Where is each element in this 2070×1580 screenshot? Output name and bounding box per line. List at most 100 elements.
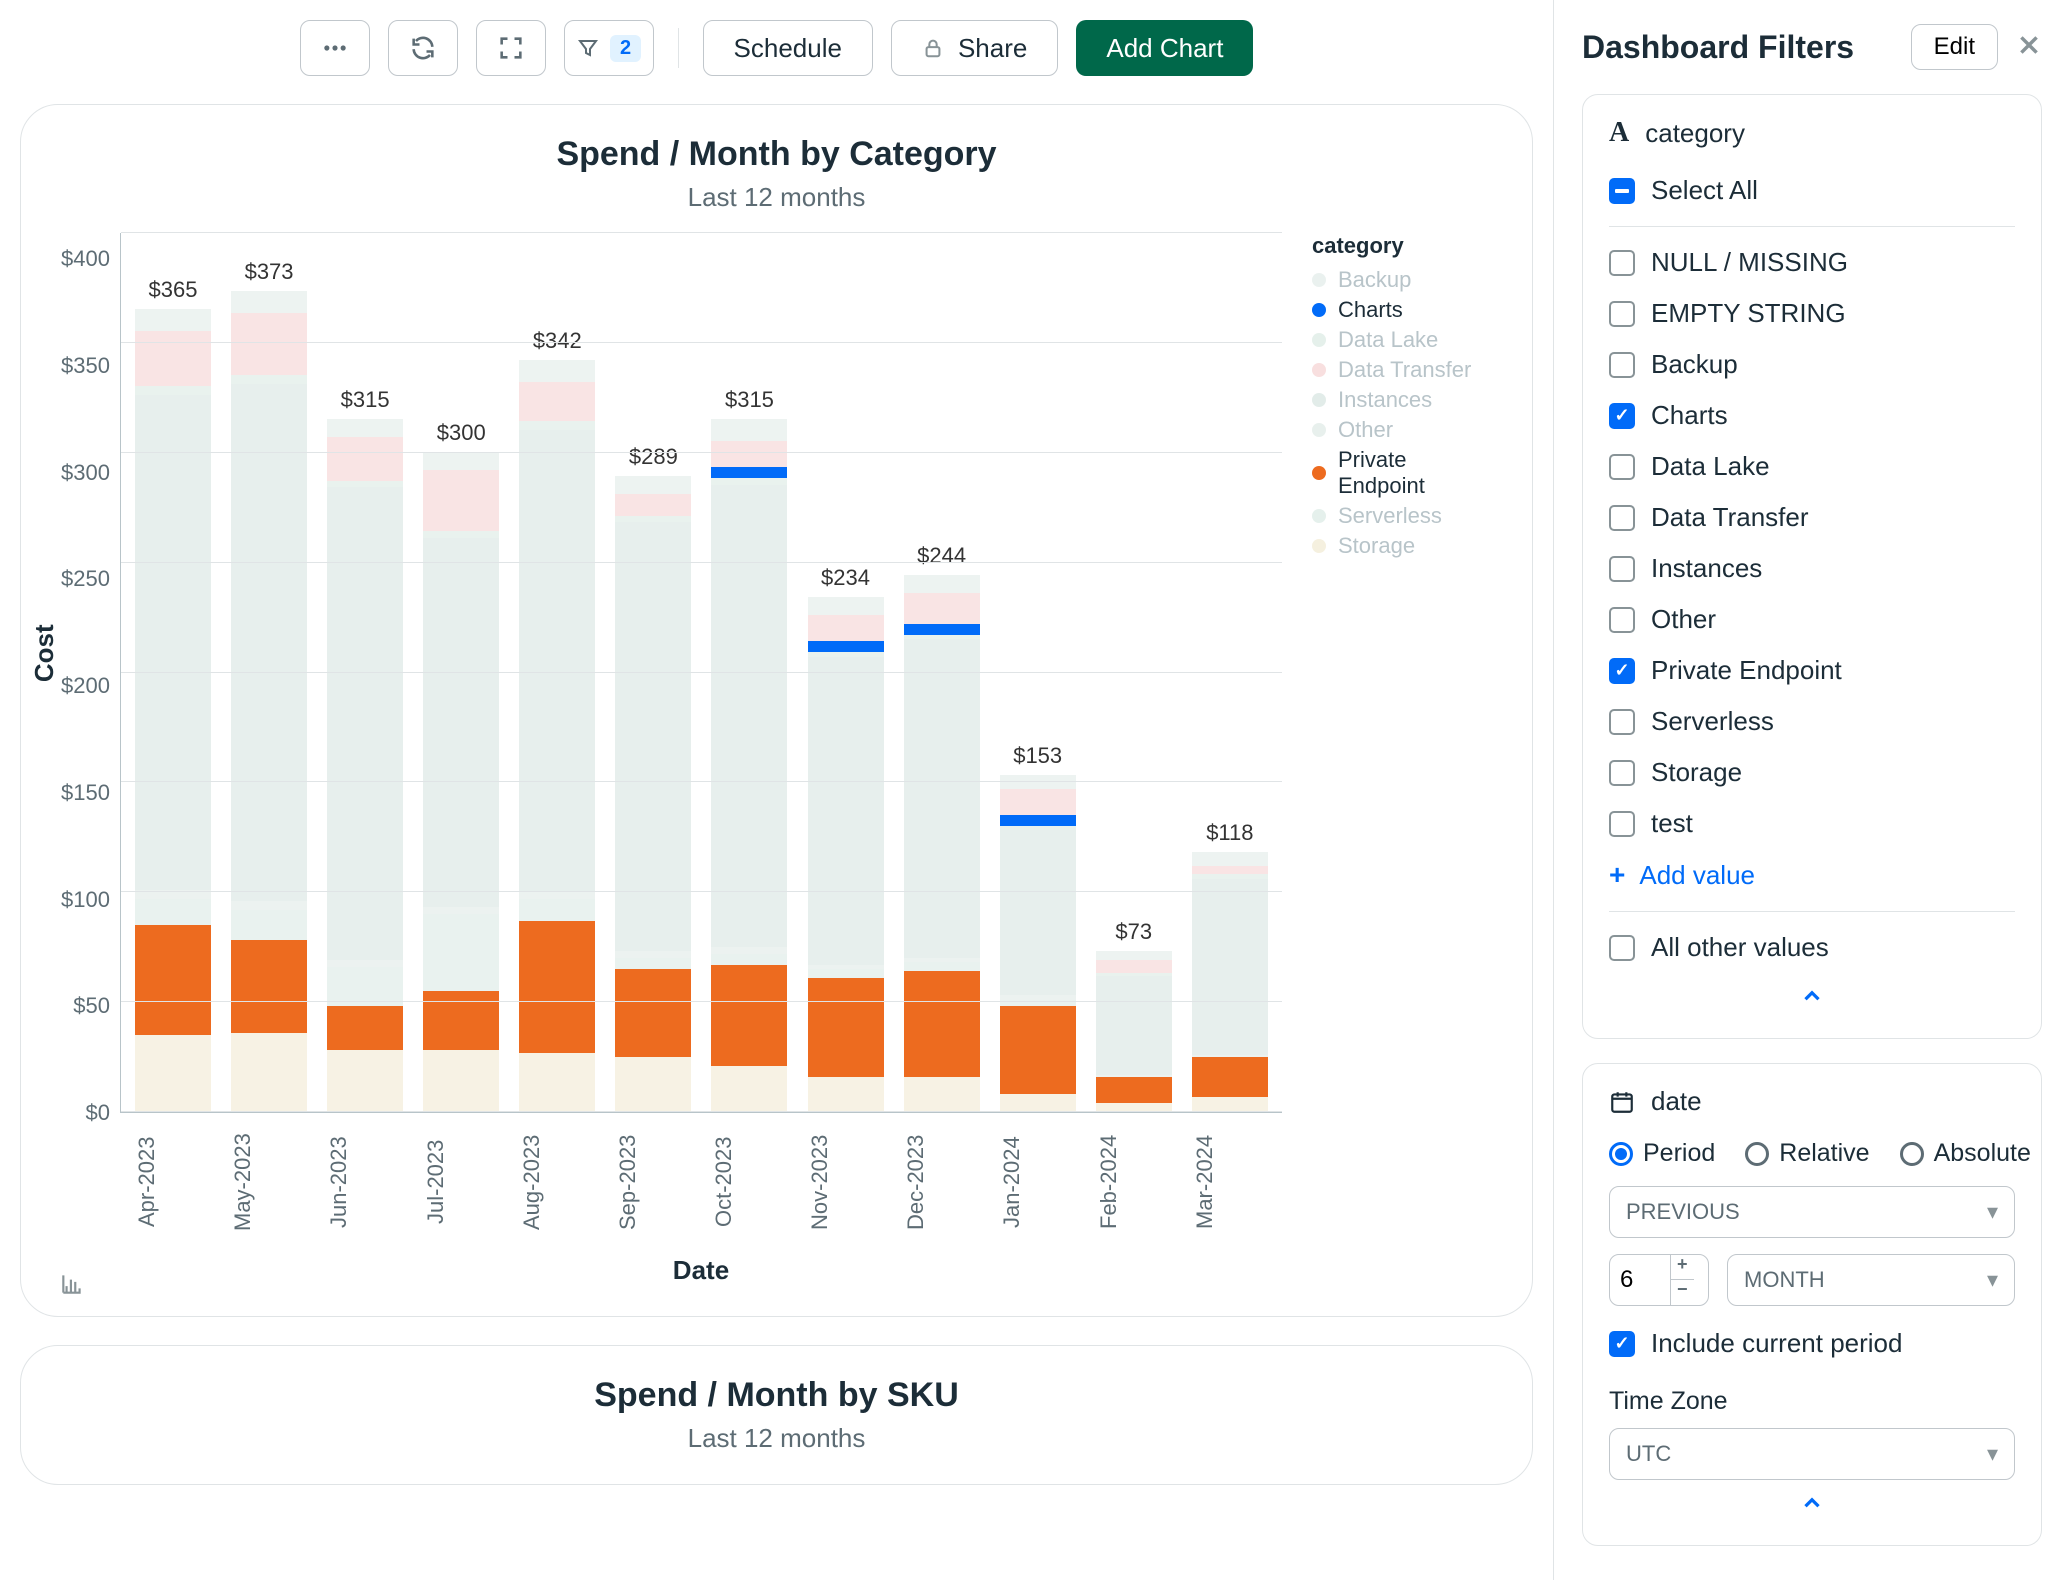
bar-segment-instances[interactable] — [711, 485, 787, 947]
bar-segment-other[interactable] — [615, 951, 691, 958]
chart-plot-area[interactable]: $365$373$315$300$342$289$315$234$244$153… — [120, 233, 1282, 1113]
bar-segment-data-transfer[interactable] — [615, 494, 691, 516]
bar-group[interactable]: $342 — [519, 360, 595, 1112]
bar-segment-storage[interactable] — [423, 1050, 499, 1112]
filter-option[interactable]: Backup — [1609, 339, 2015, 390]
bar-segment-serverless[interactable] — [231, 910, 307, 941]
bar-segment-other[interactable] — [519, 892, 595, 899]
bar-segment-data-transfer[interactable] — [711, 441, 787, 467]
step-up[interactable]: + — [1671, 1255, 1694, 1280]
bar-group[interactable]: $365 — [135, 309, 211, 1112]
bar-segment-backup[interactable] — [327, 419, 403, 437]
bar-segment-private-endpoint[interactable] — [1096, 1077, 1172, 1103]
bar-segment-private-endpoint[interactable] — [904, 971, 980, 1077]
bar-group[interactable]: $153 — [1000, 775, 1076, 1112]
bar-segment-instances[interactable] — [1096, 976, 1172, 1075]
more-menu-button[interactable] — [300, 20, 370, 76]
legend-item[interactable]: Private Endpoint — [1312, 445, 1492, 501]
filter-option-checkbox[interactable] — [1609, 352, 1635, 378]
bar-segment-backup[interactable] — [135, 309, 211, 331]
filter-option[interactable]: test — [1609, 798, 2015, 849]
bar-segment-storage[interactable] — [615, 1057, 691, 1112]
include-current-checkbox[interactable] — [1609, 1331, 1635, 1357]
filter-option[interactable]: NULL / MISSING — [1609, 237, 2015, 288]
bar-segment-data-lake[interactable] — [327, 481, 403, 488]
filter-option-checkbox[interactable] — [1609, 556, 1635, 582]
bar-segment-data-transfer[interactable] — [231, 313, 307, 375]
bar-segment-backup[interactable] — [1096, 951, 1172, 960]
bar-segment-data-lake[interactable] — [423, 531, 499, 538]
bar-group[interactable]: $315 — [327, 419, 403, 1112]
bar-segment-instances[interactable] — [904, 639, 980, 958]
edit-filters-button[interactable]: Edit — [1911, 24, 1998, 70]
bar-segment-private-endpoint[interactable] — [808, 978, 884, 1077]
bar-segment-serverless[interactable] — [519, 899, 595, 921]
bar-segment-other[interactable] — [423, 907, 499, 914]
bar-segment-other[interactable] — [231, 901, 307, 910]
filter-option[interactable]: Private Endpoint — [1609, 645, 2015, 696]
bar-segment-data-lake[interactable] — [615, 516, 691, 523]
bar-segment-private-endpoint[interactable] — [423, 991, 499, 1050]
bar-segment-data-transfer[interactable] — [904, 593, 980, 624]
date-mode-option[interactable]: Relative — [1745, 1139, 1869, 1168]
bar-segment-serverless[interactable] — [808, 969, 884, 978]
bar-segment-storage[interactable] — [904, 1077, 980, 1112]
date-mode-option[interactable]: Period — [1609, 1139, 1715, 1168]
bar-segment-instances[interactable] — [808, 657, 884, 965]
bar-segment-serverless[interactable] — [711, 954, 787, 965]
bar-segment-backup[interactable] — [711, 419, 787, 441]
legend-item[interactable]: Serverless — [1312, 501, 1492, 531]
bar-segment-data-transfer[interactable] — [327, 437, 403, 481]
bar-segment-data-lake[interactable] — [1096, 973, 1172, 975]
refresh-button[interactable] — [388, 20, 458, 76]
bar-segment-other[interactable] — [327, 960, 403, 967]
filter-option[interactable]: EMPTY STRING — [1609, 288, 2015, 339]
select-all-row[interactable]: Select All — [1609, 165, 2015, 216]
bar-segment-data-lake[interactable] — [135, 386, 211, 395]
add-value-button[interactable]: + Add value — [1609, 849, 2015, 901]
radio[interactable] — [1900, 1142, 1924, 1166]
filter-option[interactable]: Storage — [1609, 747, 2015, 798]
bar-segment-private-endpoint[interactable] — [519, 921, 595, 1053]
chart-type-icon[interactable] — [59, 1271, 85, 1300]
bar-segment-storage[interactable] — [327, 1050, 403, 1112]
bar-segment-instances[interactable] — [615, 522, 691, 951]
collapse-filter-button[interactable] — [1609, 1480, 2015, 1523]
bar-segment-other[interactable] — [808, 965, 884, 969]
period-count-input[interactable]: + − — [1609, 1254, 1709, 1306]
bar-segment-storage[interactable] — [135, 1035, 211, 1112]
fullscreen-button[interactable] — [476, 20, 546, 76]
period-count-field[interactable] — [1610, 1255, 1670, 1305]
bar-segment-data-transfer[interactable] — [423, 470, 499, 532]
date-mode-option[interactable]: Absolute — [1900, 1139, 2031, 1168]
bar-segment-data-lake[interactable] — [1000, 826, 1076, 830]
bar-segment-data-transfer[interactable] — [808, 615, 884, 641]
select-all-checkbox[interactable] — [1609, 178, 1635, 204]
bar-segment-data-transfer[interactable] — [1000, 789, 1076, 815]
close-panel-button[interactable] — [2016, 29, 2042, 66]
bar-segment-backup[interactable] — [808, 597, 884, 615]
include-current-row[interactable]: Include current period — [1609, 1306, 2015, 1369]
bar-segment-instances[interactable] — [423, 538, 499, 908]
legend-item[interactable]: Backup — [1312, 265, 1492, 295]
bar-segment-backup[interactable] — [231, 291, 307, 313]
bar-group[interactable]: $315 — [711, 419, 787, 1112]
bar-segment-other[interactable] — [1096, 1075, 1172, 1077]
bar-segment-backup[interactable] — [423, 452, 499, 470]
filter-option[interactable]: Data Transfer — [1609, 492, 2015, 543]
bar-segment-private-endpoint[interactable] — [135, 925, 211, 1035]
bar-group[interactable]: $373 — [231, 291, 307, 1112]
legend-item[interactable]: Charts — [1312, 295, 1492, 325]
bar-segment-storage[interactable] — [1192, 1097, 1268, 1112]
filter-option[interactable]: Other — [1609, 594, 2015, 645]
bar-segment-serverless[interactable] — [135, 899, 211, 925]
bar-segment-serverless[interactable] — [615, 958, 691, 969]
bar-segment-instances[interactable] — [1000, 830, 1076, 995]
number-stepper[interactable]: + − — [1670, 1255, 1694, 1305]
bar-segment-other[interactable] — [1000, 995, 1076, 999]
bar-segment-data-lake[interactable] — [231, 375, 307, 384]
bar-group[interactable]: $234 — [808, 597, 884, 1112]
bar-segment-storage[interactable] — [231, 1033, 307, 1112]
step-down[interactable]: − — [1671, 1280, 1694, 1305]
timezone-select[interactable]: UTC ▾ — [1609, 1428, 2015, 1480]
